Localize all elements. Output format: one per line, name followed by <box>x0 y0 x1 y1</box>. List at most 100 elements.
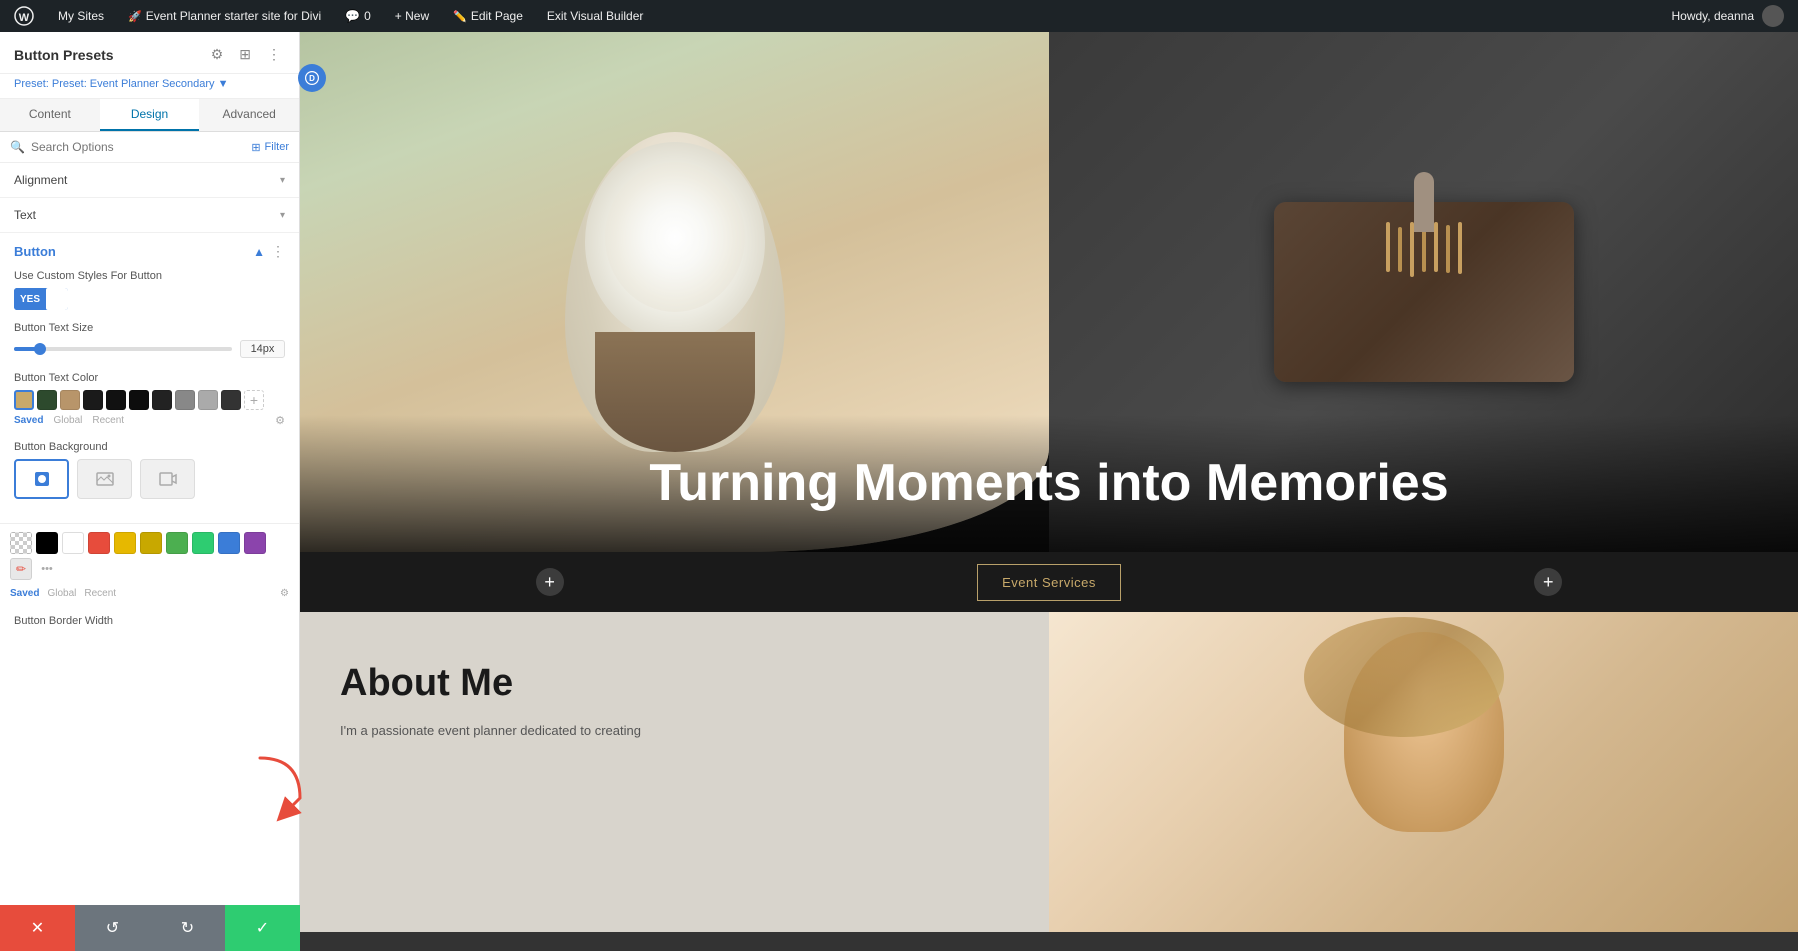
add-left-icon[interactable]: + <box>536 568 564 596</box>
button-background-row: Button Background <box>14 441 285 499</box>
color-tab-global[interactable]: Global <box>53 415 82 426</box>
my-sites-button[interactable]: My Sites <box>52 9 110 23</box>
preset-dropdown-icon[interactable]: ▼ <box>218 78 229 90</box>
toggle-yes-text: YES <box>14 288 46 310</box>
color-tab-recent[interactable]: Recent <box>92 415 124 426</box>
admin-bar-right: Howdy, deanna <box>1666 5 1791 27</box>
palette-pencil[interactable]: ✏ <box>10 558 32 580</box>
howdy-user[interactable]: Howdy, deanna <box>1666 5 1791 27</box>
undo-button[interactable]: ↺ <box>75 905 150 951</box>
panel-columns-icon[interactable]: ⊞ <box>235 44 255 65</box>
redo-button[interactable]: ↻ <box>150 905 225 951</box>
new-button[interactable]: + New <box>389 9 435 23</box>
palette-tabs: Saved Global Recent ⚙ <box>10 588 289 599</box>
color-settings-icon[interactable]: ⚙ <box>275 414 285 427</box>
button-section-icons: ▲ ⋮ <box>253 243 285 260</box>
custom-styles-label: Use Custom Styles For Button <box>14 270 285 282</box>
bg-color-option[interactable] <box>14 459 69 499</box>
palette-purple[interactable] <box>244 532 266 554</box>
event-planner-site-button[interactable]: 🚀 Event Planner starter site for Divi <box>122 9 327 23</box>
about-right: ••• <box>1049 612 1798 932</box>
palette-yellow1[interactable] <box>114 532 136 554</box>
preset-row: Preset: Preset: Event Planner Secondary … <box>0 74 299 99</box>
comment-count-button[interactable]: 💬 0 <box>339 9 377 23</box>
color-swatch-charcoal[interactable] <box>221 390 241 410</box>
filter-button[interactable]: ⊞ Filter <box>251 141 289 154</box>
hero-images <box>300 32 1798 552</box>
bg-video-option[interactable] <box>140 459 195 499</box>
palette-settings-icon[interactable]: ⚙ <box>280 588 289 599</box>
panel-title: Button Presets <box>14 47 207 63</box>
action-bar: ✕ ↺ ↻ ✓ <box>0 905 300 951</box>
about-section: About Me I'm a passionate event planner … <box>300 612 1798 932</box>
color-swatch-black2[interactable] <box>106 390 126 410</box>
preset-label: Preset: <box>14 78 52 90</box>
color-swatch-tan[interactable] <box>60 390 80 410</box>
palette-checker[interactable] <box>10 532 32 554</box>
text-size-row: Button Text Size <box>14 322 285 358</box>
color-swatch-darkgreen[interactable] <box>37 390 57 410</box>
button-collapse-icon[interactable]: ▲ <box>253 245 265 259</box>
button-background-label: Button Background <box>14 441 285 453</box>
color-swatch-add[interactable]: + <box>244 390 264 410</box>
text-color-row: Button Text Color + <box>14 372 285 427</box>
color-swatch-lightgray[interactable] <box>198 390 218 410</box>
save-button[interactable]: ✓ <box>225 905 300 951</box>
cancel-button[interactable]: ✕ <box>0 905 75 951</box>
palette-green1[interactable] <box>166 532 188 554</box>
palette-white[interactable] <box>62 532 84 554</box>
color-swatch-gold[interactable] <box>14 390 34 410</box>
palette-tab-global[interactable]: Global <box>47 588 76 599</box>
preset-value[interactable]: Preset: Event Planner Secondary <box>52 78 215 90</box>
button-menu-icon[interactable]: ⋮ <box>271 243 285 260</box>
palette-red[interactable] <box>88 532 110 554</box>
button-background-options <box>14 459 285 499</box>
filter-label: Filter <box>265 141 289 153</box>
text-size-input[interactable] <box>240 340 285 358</box>
color-swatch-black1[interactable] <box>83 390 103 410</box>
palette-tab-saved[interactable]: Saved <box>10 588 39 599</box>
color-swatch-black3[interactable] <box>129 390 149 410</box>
add-right-icon[interactable]: + <box>1534 568 1562 596</box>
button-section: Button ▲ ⋮ Use Custom Styles For Button … <box>0 233 299 523</box>
button-section-header: Button ▲ ⋮ <box>14 243 285 260</box>
text-size-label: Button Text Size <box>14 322 285 334</box>
alignment-chevron-icon: ▾ <box>280 175 285 186</box>
add-right-column[interactable]: + <box>1299 568 1798 596</box>
admin-bar: W My Sites 🚀 Event Planner starter site … <box>0 0 1798 32</box>
bg-image-option[interactable] <box>77 459 132 499</box>
section-add-row: + Event Services + <box>300 552 1798 612</box>
tab-design[interactable]: Design <box>100 99 200 131</box>
palette-tab-recent[interactable]: Recent <box>84 588 116 599</box>
panel-settings-icon[interactable]: ⚙ <box>207 44 228 65</box>
tab-advanced[interactable]: Advanced <box>199 99 299 131</box>
exit-builder-button[interactable]: Exit Visual Builder <box>541 9 650 23</box>
text-color-label: Button Text Color <box>14 372 285 384</box>
toggle-yes-box <box>46 288 68 310</box>
panel-menu-icon[interactable]: ⋮ <box>263 44 285 65</box>
tab-content[interactable]: Content <box>0 99 100 131</box>
color-swatch-midgray[interactable] <box>175 390 195 410</box>
custom-styles-toggle[interactable]: YES <box>14 288 68 310</box>
text-size-slider-thumb[interactable] <box>34 343 46 355</box>
search-input[interactable] <box>31 140 251 154</box>
palette-yellow2[interactable] <box>140 532 162 554</box>
alignment-label: Alignment <box>14 173 280 187</box>
wp-logo-button[interactable]: W <box>8 6 40 26</box>
palette-green2[interactable] <box>192 532 214 554</box>
panel-header: Button Presets ⚙ ⊞ ⋮ <box>0 32 299 74</box>
color-tab-saved[interactable]: Saved <box>14 415 43 426</box>
event-services-col: Event Services <box>799 564 1298 601</box>
custom-styles-row: Use Custom Styles For Button YES <box>14 270 285 310</box>
palette-black[interactable] <box>36 532 58 554</box>
palette-blue[interactable] <box>218 532 240 554</box>
event-services-button[interactable]: Event Services <box>977 564 1121 601</box>
color-swatch-darkgray[interactable] <box>152 390 172 410</box>
search-icon: 🔍 <box>10 140 25 154</box>
text-section[interactable]: Text ▾ <box>0 198 299 233</box>
alignment-section[interactable]: Alignment ▾ <box>0 163 299 198</box>
palette-more-icon[interactable]: ••• <box>36 558 58 580</box>
main-layout: Button Presets ⚙ ⊞ ⋮ Preset: Preset: Eve… <box>0 0 1798 951</box>
add-left-column[interactable]: + <box>300 568 799 596</box>
edit-page-button[interactable]: ✏️ Edit Page <box>447 9 529 23</box>
